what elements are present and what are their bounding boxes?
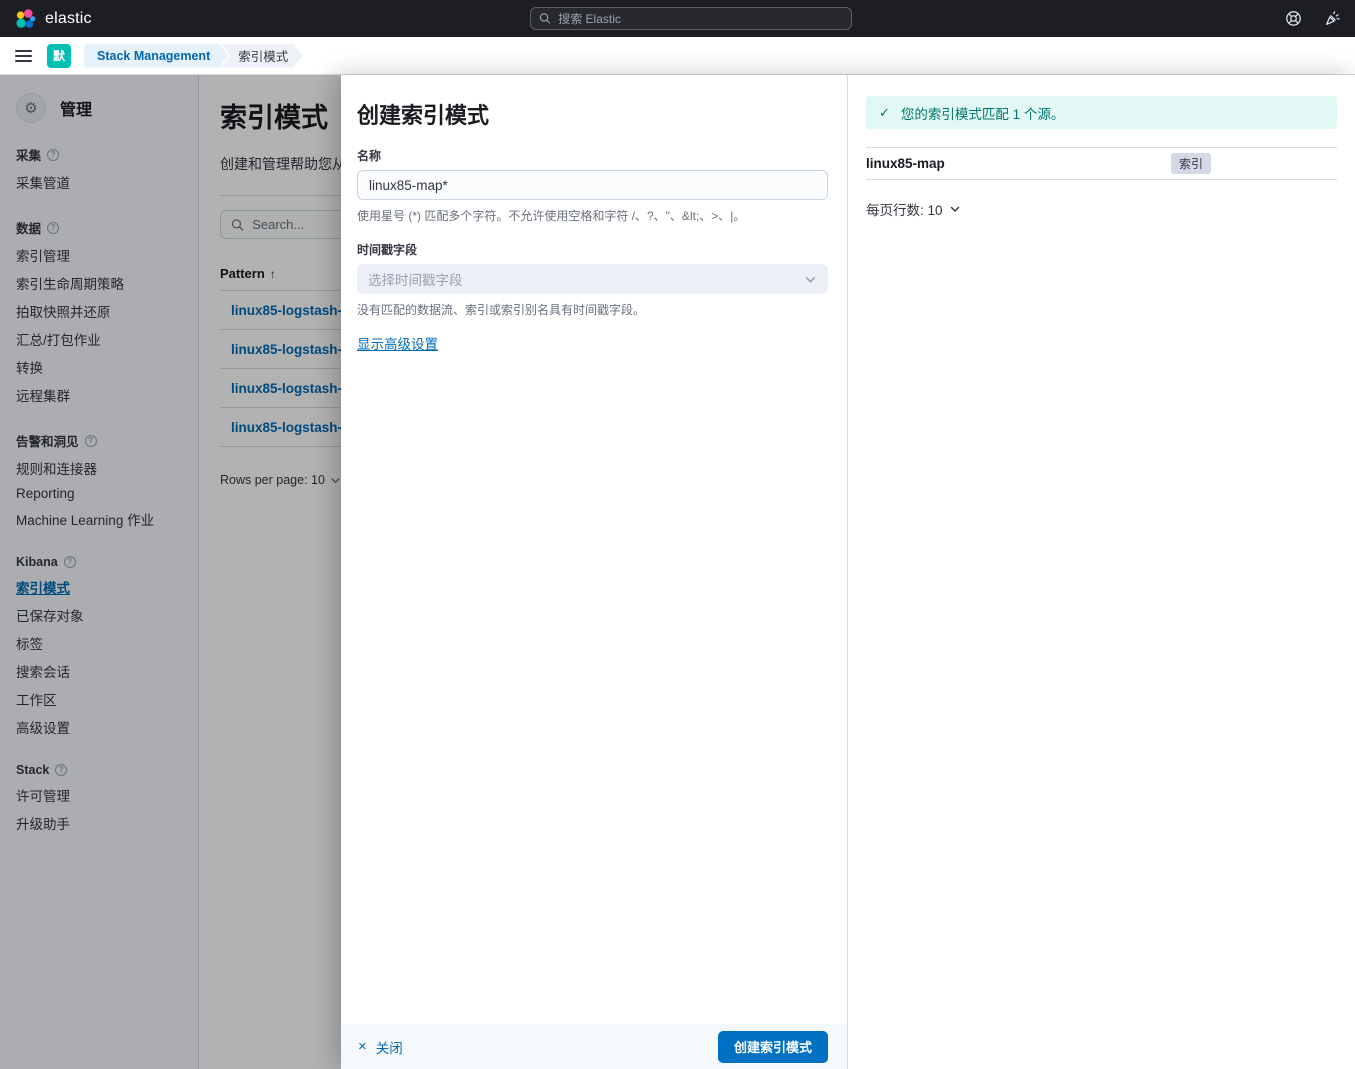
show-advanced-settings-link[interactable]: 显示高级设置 [357, 333, 438, 353]
chevron-down-icon [949, 203, 961, 215]
create-index-pattern-button[interactable]: 创建索引模式 [717, 1030, 828, 1063]
flyout-form-column: 创建索引模式 名称 使用星号 (*) 匹配多个字符。不允许使用空格和字符 /、?… [341, 75, 847, 1069]
source-name: linux85-map [866, 156, 945, 171]
callout-text: 您的索引模式匹配 1 个源。 [900, 106, 1065, 122]
close-icon: × [358, 1038, 367, 1055]
breadcrumb-stack-management[interactable]: Stack Management [84, 44, 228, 68]
timestamp-field-select[interactable]: 选择时间戳字段 [357, 264, 828, 294]
header-actions [1285, 0, 1341, 37]
space-avatar[interactable]: 默 [47, 43, 71, 68]
newsfeed-party-horn-icon[interactable] [1324, 10, 1341, 27]
flyout-footer: × 关闭 创建索引模式 [341, 1024, 847, 1069]
breadcrumb: Stack Management 索引模式 [84, 44, 302, 68]
global-search-input[interactable] [558, 11, 843, 26]
timestamp-help-text: 没有匹配的数据流、索引或索引别名具有时间戳字段。 [357, 303, 646, 317]
logo-text: elastic [45, 9, 92, 27]
match-success-callout: ✓ 您的索引模式匹配 1 个源。 [866, 96, 1337, 129]
close-flyout-button[interactable]: × 关闭 [358, 1037, 403, 1057]
timestamp-label: 时间戳字段 [357, 243, 418, 257]
breadcrumb-index-patterns: 索引模式 [221, 44, 302, 68]
menu-hamburger-icon[interactable] [13, 47, 34, 65]
create-index-pattern-flyout: 创建索引模式 名称 使用星号 (*) 匹配多个字符。不允许使用空格和字符 /、?… [341, 75, 1355, 1069]
search-icon [539, 13, 551, 24]
index-pattern-name-input[interactable] [357, 170, 828, 200]
chevron-down-icon [804, 273, 817, 286]
name-label: 名称 [357, 149, 382, 163]
elastic-logo-icon [16, 8, 36, 28]
check-icon: ✓ [879, 104, 890, 120]
name-help-text: 使用星号 (*) 匹配多个字符。不允许使用空格和字符 /、?、"、&lt;、>、… [357, 209, 746, 223]
global-search-box[interactable] [530, 7, 852, 30]
source-type-badge: 索引 [1171, 153, 1212, 174]
flyout-title: 创建索引模式 [357, 103, 490, 128]
kibana-app: elastic 默 Stack Management 索引模式 [0, 0, 1355, 1069]
matched-source-row: linux85-map 索引 [866, 147, 1337, 180]
flyout-preview-column: ✓ 您的索引模式匹配 1 个源。 linux85-map 索引 每页行数: 10 [847, 75, 1355, 1069]
elastic-logo[interactable]: elastic [14, 8, 92, 30]
top-header-bar: elastic [0, 0, 1355, 37]
select-placeholder: 选择时间戳字段 [368, 273, 463, 288]
breadcrumb-bar: 默 Stack Management 索引模式 [0, 37, 1355, 75]
preview-rows-per-page-selector[interactable]: 每页行数: 10 [866, 199, 1337, 219]
help-life-ring-icon[interactable] [1285, 10, 1302, 27]
